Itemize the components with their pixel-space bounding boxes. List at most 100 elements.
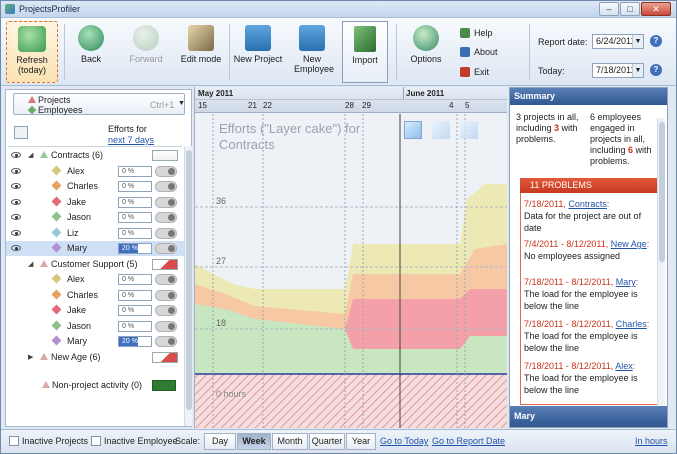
effort-percent-field[interactable]: 0 % bbox=[118, 181, 152, 192]
expand-arrow-icon[interactable]: ▶ bbox=[28, 353, 33, 361]
scale-week-button[interactable]: Week bbox=[237, 433, 271, 450]
effort-percent-field[interactable]: 0 % bbox=[118, 320, 152, 332]
effort-percent-field[interactable]: 0 % bbox=[118, 289, 152, 301]
scale-quarter-button[interactable]: Quarter bbox=[309, 433, 345, 450]
edit-mode-button[interactable]: Edit mode bbox=[177, 21, 225, 83]
effort-slider-knob[interactable] bbox=[155, 243, 177, 254]
tree-member-row[interactable]: Jason 0 % bbox=[6, 210, 184, 225]
new-employee-button[interactable]: New Employee bbox=[288, 21, 336, 83]
about-button[interactable]: About bbox=[460, 45, 498, 59]
report-date-help-icon[interactable]: ? bbox=[650, 35, 662, 47]
problem-link[interactable]: Charles bbox=[616, 319, 647, 329]
chart-type-area-icon[interactable] bbox=[432, 121, 450, 139]
effort-slider-knob[interactable] bbox=[155, 305, 177, 316]
effort-slider-knob[interactable] bbox=[155, 289, 177, 301]
chart-type-layer-icon[interactable] bbox=[404, 121, 422, 139]
tree-member-row[interactable]: Charles 0 % bbox=[6, 179, 184, 194]
view-mode-selector[interactable]: Projects Employees Ctrl+1 ▼ bbox=[13, 93, 185, 115]
effort-slider-knob[interactable] bbox=[155, 336, 177, 347]
effort-percent-field[interactable]: 0 % bbox=[118, 305, 152, 316]
eye-icon[interactable] bbox=[11, 229, 21, 236]
minimize-button[interactable]: – bbox=[599, 2, 619, 16]
eye-icon[interactable] bbox=[11, 167, 21, 174]
tree-list: ◢ Contracts (6) Alex 0 % Charles 0 % Jake 0 % Ja… bbox=[6, 148, 184, 378]
back-arrow-icon bbox=[78, 25, 104, 51]
goto-report-date-link[interactable]: Go to Report Date bbox=[432, 436, 505, 446]
problems-list: 7/18/2011, Contracts: Data for the projec… bbox=[510, 198, 660, 404]
problem-link[interactable]: New Age bbox=[611, 239, 647, 249]
tree-member-row[interactable]: Charles 0 % bbox=[6, 288, 184, 303]
goto-today-link[interactable]: Go to Today bbox=[380, 436, 428, 446]
exit-button[interactable]: Exit bbox=[460, 65, 489, 79]
tree-member-row[interactable]: Alex 0 % bbox=[6, 272, 184, 287]
inactive-employee-checkbox[interactable] bbox=[91, 436, 101, 446]
options-button[interactable]: Options bbox=[404, 21, 448, 83]
effort-percent-field[interactable]: 0 % bbox=[118, 196, 152, 208]
tree-member-row[interactable]: Jake 0 % bbox=[6, 195, 184, 210]
problem-link[interactable]: Contracts bbox=[568, 199, 607, 209]
effort-slider-knob[interactable] bbox=[155, 196, 177, 208]
in-hours-link[interactable]: In hours bbox=[635, 436, 668, 446]
scale-month-button[interactable]: Month bbox=[272, 433, 308, 450]
back-button[interactable]: Back bbox=[69, 21, 113, 83]
today-help-icon[interactable]: ? bbox=[650, 64, 662, 76]
tree-member-row[interactable]: Jason 0 % bbox=[6, 319, 184, 334]
effort-percent-field[interactable]: 20 % bbox=[118, 336, 152, 347]
eye-icon[interactable] bbox=[11, 198, 21, 205]
eye-icon[interactable] bbox=[11, 245, 21, 251]
tree-member-row[interactable]: Alex 0 % bbox=[6, 164, 184, 179]
next-days-link[interactable]: next 7 days bbox=[108, 135, 154, 145]
effort-slider-knob[interactable] bbox=[155, 274, 177, 285]
effort-slider-knob[interactable] bbox=[155, 181, 177, 192]
report-date-combo[interactable]: 6/24/2011 ▼ bbox=[592, 34, 644, 49]
inactive-employee-label: Inactive Employee bbox=[104, 436, 178, 446]
effort-percent-field[interactable]: 0 % bbox=[118, 212, 152, 223]
chart-type-bar-icon[interactable] bbox=[460, 121, 478, 139]
effort-percent-field[interactable]: 0 % bbox=[118, 165, 152, 177]
eye-icon[interactable] bbox=[11, 183, 21, 189]
new-project-icon bbox=[245, 25, 271, 51]
effort-percent-field[interactable]: 0 % bbox=[118, 227, 152, 239]
employee-footer-mary[interactable]: Mary bbox=[510, 406, 667, 427]
summary-scrollbar[interactable] bbox=[657, 118, 665, 406]
tree-group-row[interactable]: ◢ Contracts (6) bbox=[6, 148, 184, 163]
nonproject-color-swatch[interactable] bbox=[152, 380, 176, 391]
filter-eye-button[interactable] bbox=[14, 126, 28, 139]
refresh-button[interactable]: Refresh (today) bbox=[6, 21, 58, 83]
problem-link[interactable]: Mary bbox=[616, 277, 636, 287]
help-button[interactable]: Help bbox=[460, 26, 493, 40]
scale-year-button[interactable]: Year bbox=[346, 433, 376, 450]
new-project-button[interactable]: New Project bbox=[232, 21, 284, 83]
effort-slider-knob[interactable] bbox=[155, 212, 177, 223]
tree-group-row[interactable]: ▶ New Age (6) bbox=[6, 350, 184, 365]
effort-slider-knob[interactable] bbox=[155, 227, 177, 239]
import-button[interactable]: Import bbox=[342, 21, 388, 83]
tree-member-row[interactable]: Mary 20 % bbox=[6, 334, 184, 349]
effort-slider-knob[interactable] bbox=[155, 320, 177, 332]
expand-arrow-icon[interactable]: ◢ bbox=[28, 260, 33, 268]
inactive-projects-checkbox[interactable] bbox=[9, 436, 19, 446]
chevron-down-icon: ▼ bbox=[632, 64, 643, 77]
scale-day-button[interactable]: Day bbox=[204, 433, 236, 450]
today-combo[interactable]: 7/18/2011 ▼ bbox=[592, 63, 644, 78]
tree-member-row[interactable]: Jake 0 % bbox=[6, 303, 184, 318]
effort-percent-field[interactable]: 0 % bbox=[118, 274, 152, 285]
close-button[interactable]: ✕ bbox=[641, 2, 671, 16]
forward-label: Forward bbox=[129, 54, 163, 64]
employee-icon bbox=[51, 211, 62, 222]
summary-panel: Summary 3 projects in all, including 3 w… bbox=[509, 87, 668, 428]
problem-link[interactable]: Alex bbox=[615, 361, 633, 371]
tree-member-row[interactable]: Mary 20 % bbox=[6, 241, 184, 256]
forward-button[interactable]: Forward bbox=[123, 21, 169, 83]
project-icon bbox=[40, 151, 48, 158]
inactive-projects-label: Inactive Projects bbox=[22, 436, 89, 446]
tree-member-row[interactable]: Liz 0 % bbox=[6, 226, 184, 241]
maximize-button[interactable]: □ bbox=[620, 2, 640, 16]
tree-scrollbar[interactable] bbox=[184, 146, 192, 426]
eye-icon[interactable] bbox=[11, 214, 21, 220]
expand-arrow-icon[interactable]: ◢ bbox=[28, 151, 33, 159]
tree-group-row[interactable]: ◢ Customer Support (5) bbox=[6, 257, 184, 272]
effort-slider-knob[interactable] bbox=[155, 165, 177, 177]
eye-icon[interactable] bbox=[11, 152, 21, 158]
effort-percent-field[interactable]: 20 % bbox=[118, 243, 152, 254]
